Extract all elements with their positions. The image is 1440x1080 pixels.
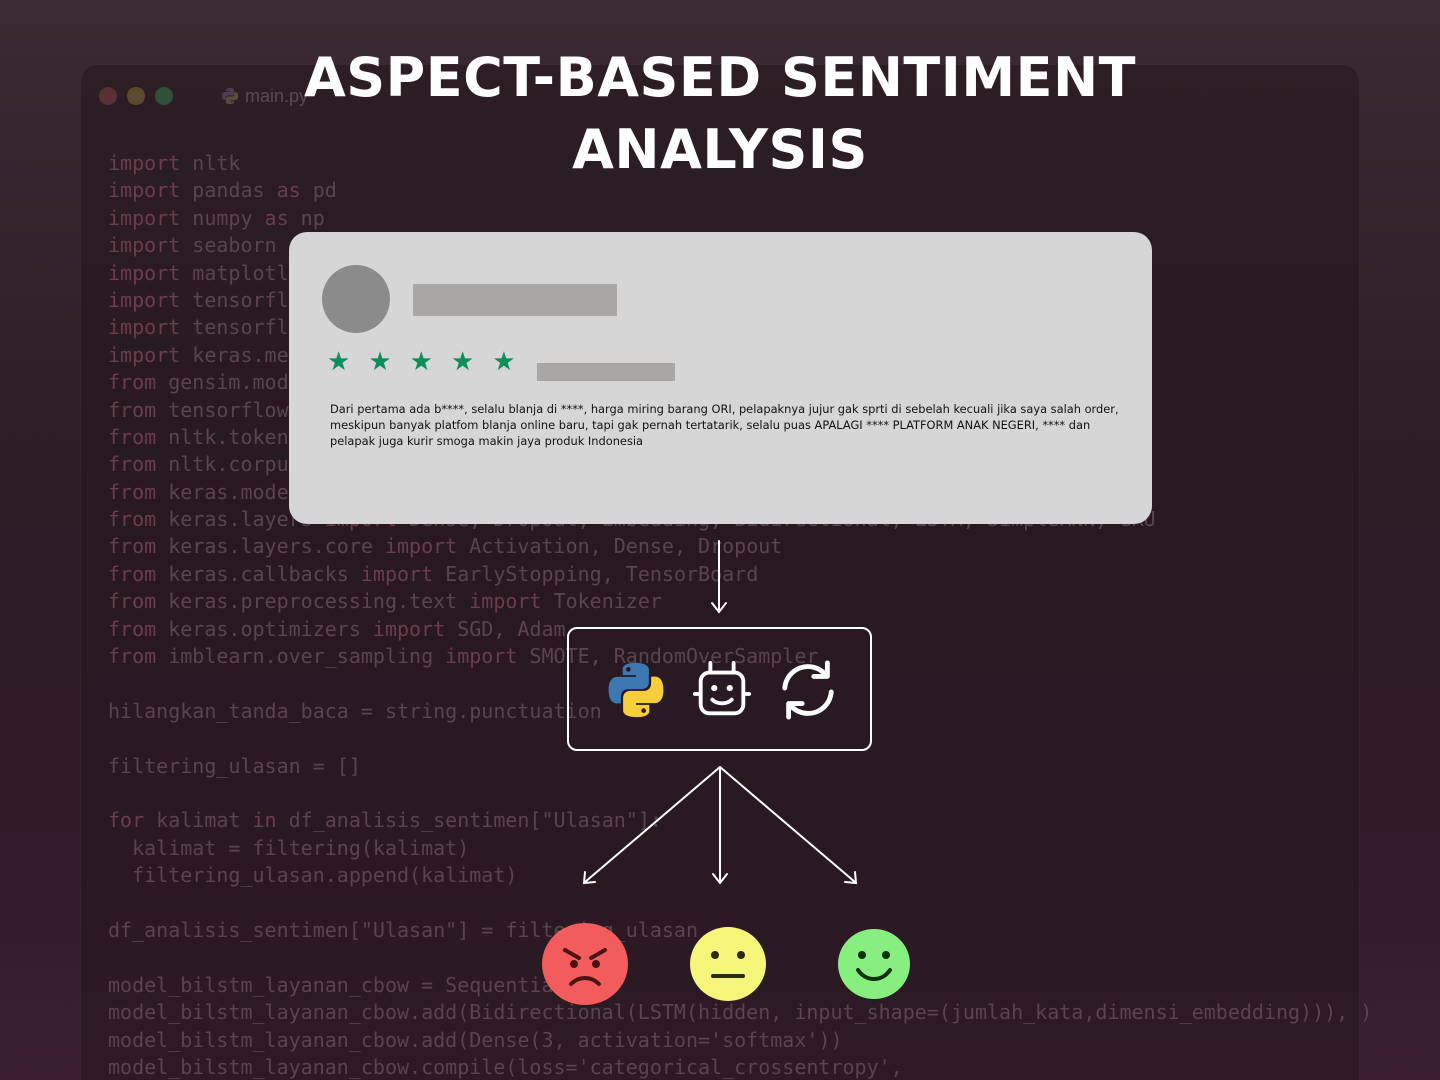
code-text: hilangkan_tanda_baca = string.punctuatio… xyxy=(108,698,602,723)
code-keyword: in xyxy=(252,808,277,833)
code-line: from keras.layers.core import Activation… xyxy=(108,533,1372,560)
star-rating: ★ ★ ★ ★ ★ xyxy=(327,344,516,380)
code-line: filtering_ulasan = [] xyxy=(108,753,1372,780)
code-text: keras.layers.core xyxy=(156,534,385,559)
processing-tools-box xyxy=(567,627,872,751)
code-keyword: import xyxy=(445,644,518,669)
star-icon: ★ xyxy=(327,347,351,377)
code-keyword: from xyxy=(108,452,157,477)
code-keyword: from xyxy=(108,644,157,669)
neutral-face-icon xyxy=(690,927,766,1001)
code-keyword: from xyxy=(108,534,157,559)
code-keyword: from xyxy=(108,561,157,586)
code-text: filtering_ulasan = [] xyxy=(108,753,361,778)
code-text: seaborn xyxy=(180,233,277,258)
code-text: filtering_ulasan.append(kalimat) xyxy=(108,863,518,888)
code-text: EarlyStopping, TensorBoard xyxy=(433,561,759,586)
page-title: ASPECT-BASED SENTIMENT ANALYSIS xyxy=(0,42,1440,186)
code-text: tensorflo xyxy=(180,287,301,312)
code-line: kalimat = filtering(kalimat) xyxy=(108,835,1372,862)
code-keyword: import xyxy=(384,534,458,559)
code-keyword: from xyxy=(108,589,157,614)
code-text: numpy xyxy=(180,205,265,230)
code-line: for kalimat in df_analisis_sentimen["Ula… xyxy=(108,807,1372,834)
avatar xyxy=(322,265,390,333)
angry-face-icon xyxy=(542,923,628,1005)
code-text: keras.optimizers xyxy=(156,616,373,641)
code-text: tensorflow xyxy=(156,397,289,422)
review-date-placeholder xyxy=(537,363,675,381)
code-keyword: import xyxy=(372,616,446,641)
code-line: from keras.preprocessing.text import Tok… xyxy=(108,588,1372,615)
code-keyword: import xyxy=(360,561,434,586)
code-keyword: as xyxy=(264,205,289,230)
code-text: np xyxy=(288,205,325,230)
code-text: nltk.corpus xyxy=(156,452,301,477)
code-text: gensim.mode xyxy=(156,370,301,395)
code-text: imblearn.over_sampling xyxy=(156,644,446,669)
code-line: model_bilstm_layanan_cbow.add(Bidirectio… xyxy=(108,999,1372,1026)
code-text: model_bilstm_layanan_cbow.add(Dense(3, a… xyxy=(108,1027,843,1052)
code-line: model_bilstm_layanan_cbow.compile(loss='… xyxy=(108,1054,1372,1080)
review-text: Dari pertama ada b****, selalu blanja di… xyxy=(330,402,1119,448)
code-text: Tokenizer xyxy=(541,589,662,614)
code-line: from keras.callbacks import EarlyStoppin… xyxy=(108,561,1372,588)
code-line: filtering_ulasan.append(kalimat) xyxy=(108,862,1372,889)
code-keyword: from xyxy=(108,479,157,504)
code-text: keras.met xyxy=(180,342,301,367)
code-keyword: import xyxy=(108,205,181,230)
code-text: nltk.tokeni xyxy=(156,424,301,449)
star-icon: ★ xyxy=(492,347,516,377)
star-icon: ★ xyxy=(450,347,475,377)
code-keyword: import xyxy=(469,589,542,614)
code-keyword: from xyxy=(108,370,157,395)
reviewer-name-placeholder xyxy=(413,284,617,316)
refresh-icon xyxy=(782,660,834,720)
star-icon: ★ xyxy=(368,347,392,377)
code-text: kalimat xyxy=(144,808,253,833)
code-keyword: import xyxy=(108,287,181,312)
smiling-face-icon xyxy=(838,929,910,999)
code-keyword: import xyxy=(108,342,181,367)
code-text: matplotli xyxy=(180,260,301,285)
title-line-2: ANALYSIS xyxy=(572,118,868,181)
code-keyword: from xyxy=(108,507,157,532)
code-text: kalimat = filtering(kalimat) xyxy=(108,835,470,860)
python-icon xyxy=(608,662,664,718)
code-text: Activation, Dense, Dropout xyxy=(457,534,783,559)
code-text: tensorflo xyxy=(180,315,301,340)
code-text: keras.callbacks xyxy=(156,561,361,586)
code-keyword: from xyxy=(108,616,157,641)
code-keyword: import xyxy=(108,233,181,258)
review-card: ★ ★ ★ ★ ★ Dari pertama ada b****, selalu bla… xyxy=(289,232,1152,524)
code-text: model_bilstm_layanan_cbow = Sequential() xyxy=(108,972,590,997)
code-text: df_analisis_sentimen["Ulasan"]: xyxy=(276,808,662,833)
code-keyword: import xyxy=(108,315,181,340)
robot-icon xyxy=(692,660,752,716)
code-line: import numpy as np xyxy=(108,205,1372,232)
code-keyword: from xyxy=(108,397,157,422)
code-text: SGD, Adam xyxy=(445,616,566,641)
title-line-1: ASPECT-BASED SENTIMENT xyxy=(304,46,1136,109)
code-keyword: for xyxy=(108,808,145,833)
code-text: model_bilstm_layanan_cbow.add(Bidirectio… xyxy=(108,1000,1373,1025)
code-text: keras.preprocessing.text xyxy=(156,589,470,614)
code-text: keras.model xyxy=(156,479,301,504)
code-line: model_bilstm_layanan_cbow.add(Dense(3, a… xyxy=(108,1027,1372,1054)
code-keyword: from xyxy=(108,424,157,449)
star-icon: ★ xyxy=(409,347,433,377)
code-text: model_bilstm_layanan_cbow.compile(loss='… xyxy=(108,1054,903,1079)
code-keyword: import xyxy=(108,260,181,285)
